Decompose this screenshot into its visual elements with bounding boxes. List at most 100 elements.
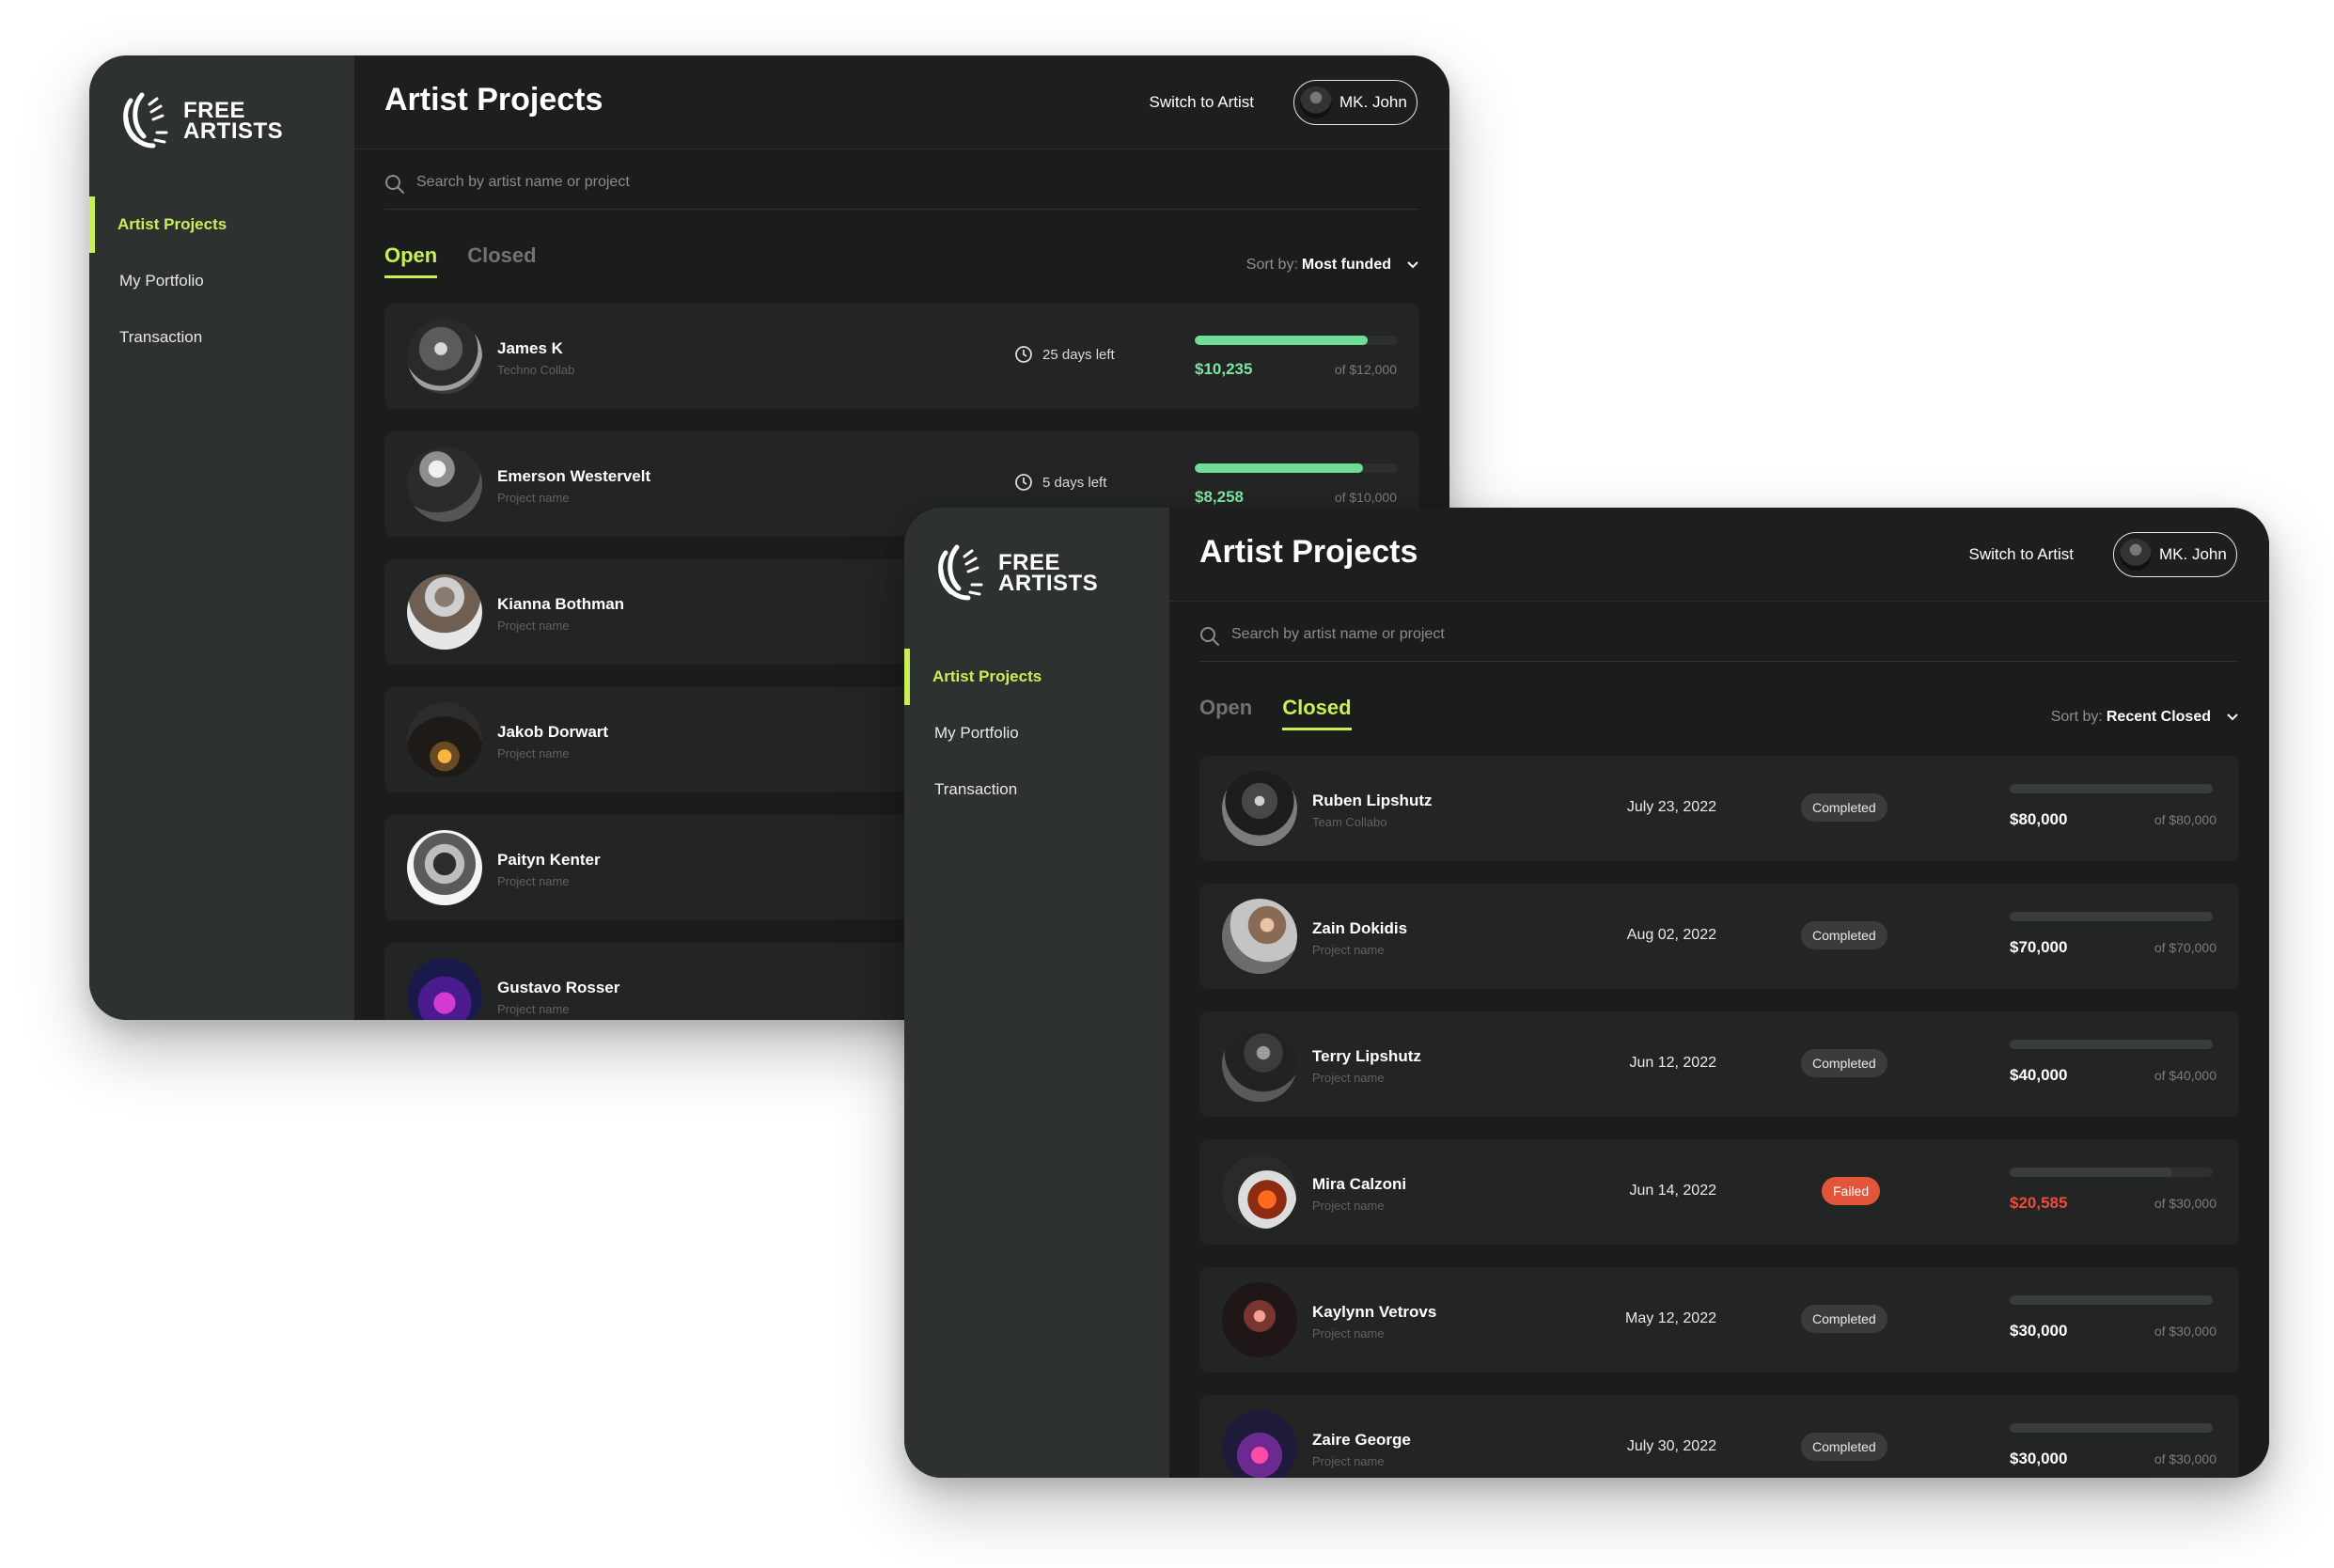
brand-logo[interactable]: FREE ARTISTS <box>932 543 1098 604</box>
funding-goal: of $12,000 <box>1334 362 1397 377</box>
artist-avatar <box>407 319 482 394</box>
amount-raised: $20,585 <box>2010 1194 2068 1212</box>
funding-progress-fill <box>1195 336 1368 345</box>
funding-goal: of $10,000 <box>1334 490 1397 505</box>
artist-avatar <box>1222 899 1297 974</box>
project-tabs: Open Closed <box>1199 696 1352 730</box>
project-name: Project name <box>1312 1454 1385 1468</box>
sidebar-item-my-portfolio[interactable]: My Portfolio <box>904 705 1169 761</box>
wing-logo-icon <box>938 544 983 601</box>
tab-closed[interactable]: Closed <box>1282 696 1352 730</box>
status-badge: Completed <box>1801 921 1888 949</box>
funding-progress-bar <box>2010 1423 2213 1433</box>
days-left: 5 days left <box>1042 474 1107 491</box>
project-list: Ruben Lipshutz Team Collabo July 23, 202… <box>1199 756 2239 1478</box>
funding-progress-fill <box>2010 912 2213 921</box>
funding-goal: of $30,000 <box>2154 1196 2217 1211</box>
artist-avatar <box>1222 1154 1297 1230</box>
artist-name: Jakob Dorwart <box>497 723 609 741</box>
user-name: MK. John <box>2159 545 2227 563</box>
project-row[interactable]: Zain Dokidis Project name Aug 02, 2022 C… <box>1199 884 2239 989</box>
project-row[interactable]: James K Techno Collab 25 days left $10,2… <box>384 304 1419 409</box>
app-window-closed-projects: FREE ARTISTS Artist Projects My Portfoli… <box>904 508 2269 1478</box>
funding-progress-fill <box>2010 1040 2213 1049</box>
amount-raised: $8,258 <box>1195 488 1244 506</box>
artist-avatar <box>1222 1282 1297 1357</box>
status-badge: Failed <box>1822 1177 1881 1205</box>
tab-closed[interactable]: Closed <box>467 243 536 278</box>
avatar <box>1300 86 1332 118</box>
project-name: Project name <box>497 491 570 505</box>
artist-name: Terry Lipshutz <box>1312 1047 1421 1065</box>
funding-progress-fill <box>2010 1423 2213 1433</box>
artist-name: Ruben Lipshutz <box>1312 792 1433 809</box>
search-input[interactable]: Search by artist name or project <box>416 174 630 191</box>
artist-name: Kianna Bothman <box>497 595 625 613</box>
funding-goal: of $40,000 <box>2154 1068 2217 1083</box>
sidebar-item-artist-projects[interactable]: Artist Projects <box>89 196 354 253</box>
artist-avatar <box>407 702 482 777</box>
project-tabs: Open Closed <box>384 243 537 278</box>
top-bar: Artist Projects Switch to Artist MK. Joh… <box>1169 508 2269 602</box>
funding-progress-fill <box>1195 463 1364 473</box>
artist-name: Mira Calzoni <box>1312 1175 1407 1193</box>
funding-progress-fill <box>2010 1295 2213 1305</box>
funding-progress-bar <box>2010 1040 2213 1049</box>
page-title: Artist Projects <box>384 82 603 118</box>
time-remaining: 5 days left <box>1014 473 1106 492</box>
project-name: Team Collabo <box>1312 815 1387 829</box>
chevron-down-icon <box>2227 713 2238 721</box>
project-name: Techno Collab <box>497 363 575 377</box>
avatar <box>2120 539 2152 571</box>
sidebar: FREE ARTISTS Artist Projects My Portfoli… <box>904 508 1169 1478</box>
amount-raised: $30,000 <box>2010 1322 2068 1340</box>
sidebar-item-transaction[interactable]: Transaction <box>904 761 1169 818</box>
status-badge: Completed <box>1801 793 1888 822</box>
status-badge: Completed <box>1801 1049 1888 1077</box>
search-bar[interactable]: Search by artist name or project <box>384 174 1419 210</box>
funding-progress-bar <box>2010 784 2213 793</box>
funding-goal: of $80,000 <box>2154 812 2217 827</box>
project-name: Project name <box>1312 943 1385 957</box>
sort-dropdown[interactable]: Sort by: Recent Closed <box>2051 709 2239 726</box>
artist-name: James K <box>497 339 563 357</box>
search-bar[interactable]: Search by artist name or project <box>1199 626 2239 662</box>
sidebar-item-artist-projects[interactable]: Artist Projects <box>904 649 1169 705</box>
funding-goal: of $70,000 <box>2154 940 2217 955</box>
sidebar-item-my-portfolio[interactable]: My Portfolio <box>89 253 354 309</box>
funding-progress-bar <box>2010 1168 2213 1177</box>
project-row[interactable]: Ruben Lipshutz Team Collabo July 23, 202… <box>1199 756 2239 861</box>
artist-avatar <box>407 958 482 1020</box>
sort-dropdown[interactable]: Sort by: Most funded <box>1246 257 1419 274</box>
project-name: Project name <box>497 746 570 760</box>
sort-value: Recent Closed <box>2106 709 2211 725</box>
project-row[interactable]: Kaylynn Vetrovs Project name May 12, 202… <box>1199 1267 2239 1372</box>
switch-to-artist-link[interactable]: Switch to Artist <box>1150 93 1254 112</box>
artist-name: Gustavo Rosser <box>497 979 620 996</box>
search-input[interactable]: Search by artist name or project <box>1231 626 1445 643</box>
project-row[interactable]: Zaire George Project name July 30, 2022 … <box>1199 1395 2239 1478</box>
closed-date: July 30, 2022 <box>1626 1438 1716 1454</box>
brand-logo[interactable]: FREE ARTISTS <box>117 91 283 151</box>
tab-open[interactable]: Open <box>384 243 438 278</box>
artist-avatar <box>1222 1027 1297 1102</box>
user-menu-button[interactable]: MK. John <box>1293 80 1418 125</box>
closed-date: July 23, 2022 <box>1626 799 1716 815</box>
sidebar-item-transaction[interactable]: Transaction <box>89 309 354 366</box>
sidebar: FREE ARTISTS Artist Projects My Portfoli… <box>89 55 354 1020</box>
clock-icon <box>1015 474 1032 491</box>
amount-raised: $70,000 <box>2010 938 2068 956</box>
project-row[interactable]: Mira Calzoni Project name Jun 14, 2022 F… <box>1199 1139 2239 1245</box>
clock-icon <box>1015 346 1032 363</box>
project-row[interactable]: Terry Lipshutz Project name Jun 12, 2022… <box>1199 1011 2239 1117</box>
top-bar: Artist Projects Switch to Artist MK. Joh… <box>354 55 1449 149</box>
tab-open[interactable]: Open <box>1199 696 1252 730</box>
closed-date: Jun 14, 2022 <box>1629 1183 1716 1199</box>
project-name: Project name <box>497 874 570 888</box>
switch-to-artist-link[interactable]: Switch to Artist <box>1969 545 2074 564</box>
artist-name: Emerson Westervelt <box>497 467 651 485</box>
project-name: Project name <box>497 619 570 633</box>
artist-avatar <box>1222 771 1297 846</box>
user-menu-button[interactable]: MK. John <box>2113 532 2237 577</box>
sidebar-nav: Artist Projects My Portfolio Transaction <box>904 649 1169 818</box>
